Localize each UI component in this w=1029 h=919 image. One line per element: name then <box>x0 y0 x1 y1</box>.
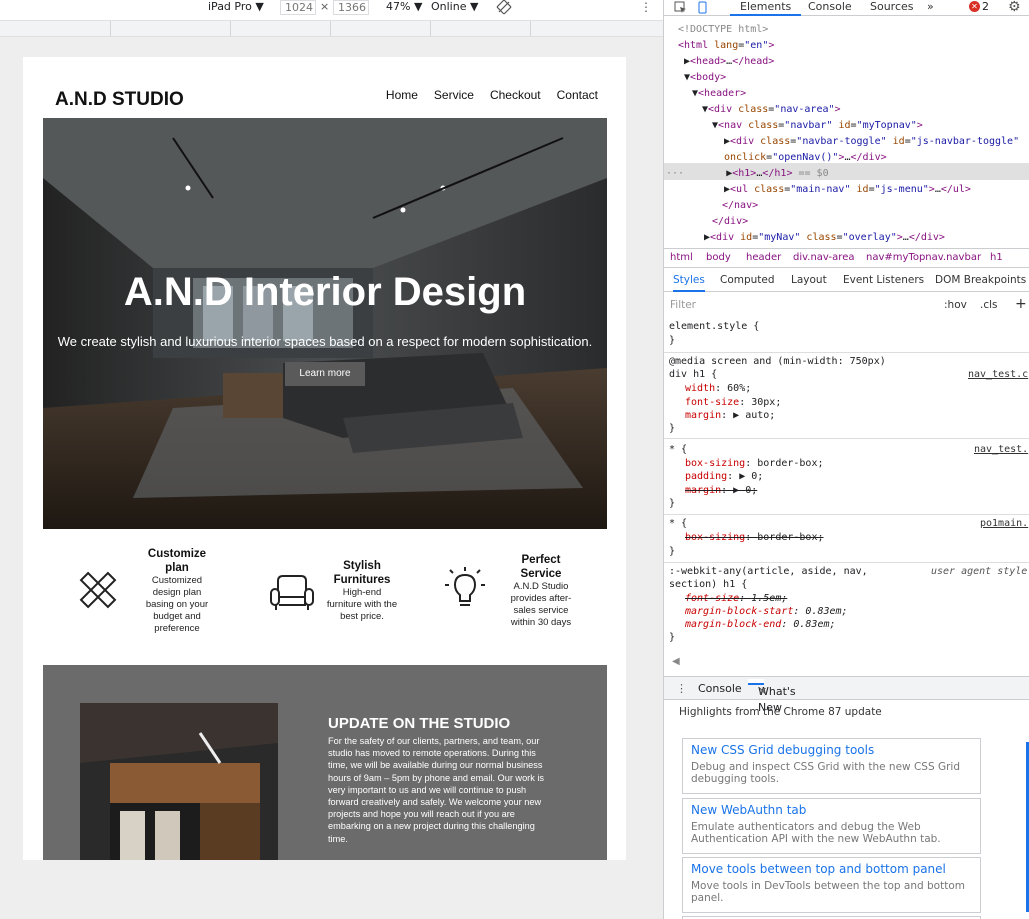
cls-toggle[interactable]: .cls <box>980 299 998 311</box>
ruler-pencil-icon <box>79 571 117 609</box>
whats-new-card[interactable]: Move tools between top and bottom panel … <box>682 857 981 913</box>
learn-more-button[interactable]: Learn more <box>285 362 365 386</box>
zoom-select[interactable]: 47% ▼ <box>386 0 422 14</box>
feature-title: Stylish Furnitures <box>333 560 391 586</box>
feature-furniture-text: Stylish Furnitures High-end furniture wi… <box>325 559 399 623</box>
new-rule-icon[interactable]: + <box>1015 296 1027 312</box>
card-desc: Emulate authenticators and debug the Web… <box>691 821 941 845</box>
emulated-page: A.N.D STUDIO Home Service Checkout Conta… <box>23 57 626 860</box>
armchair-icon <box>270 575 314 610</box>
drawer-tab-whats-new[interactable]: What's New ✕ <box>748 679 796 714</box>
hov-toggle[interactable]: :hov <box>944 299 967 311</box>
filter-input[interactable]: Filter <box>670 299 696 311</box>
tab-elements[interactable]: Elements <box>730 0 802 16</box>
hero-interior-image <box>43 118 607 529</box>
feature-service-icon-wrap <box>443 565 487 616</box>
drawer-menu-icon[interactable]: ⋮ <box>676 682 687 695</box>
device-toolbar: iPad Pro ▼ 1024 × 1366 47% ▼ Online ▼ ⋮ <box>0 0 663 37</box>
media-query-ruler <box>0 20 663 37</box>
crumb-navbar[interactable]: nav#myTopnav.navbar <box>866 252 981 263</box>
feature-desc: Customized design plan basing on your bu… <box>145 575 209 634</box>
site-nav: Home Service Checkout Contact <box>386 88 598 102</box>
devtools-tabbar: Elements Console Sources » ✕ 2 ⚙ <box>664 0 1029 16</box>
whats-new-heading: Highlights from the Chrome 87 update <box>679 706 882 718</box>
hero-title: A.N.D Interior Design <box>123 270 527 314</box>
update-section: UPDATE ON THE STUDIO For the safety of o… <box>43 665 607 860</box>
hero-section: A.N.D Interior Design We create stylish … <box>43 118 607 529</box>
nav-checkout[interactable]: Checkout <box>490 88 541 102</box>
card-title[interactable]: New WebAuthn tab <box>691 803 806 817</box>
hero-subtitle: We create stylish and luxurious interior… <box>57 334 593 349</box>
crumb-header[interactable]: header <box>746 252 781 263</box>
feature-desc: High-end furniture with the best price. <box>326 587 398 622</box>
lightbulb-icon <box>445 567 485 606</box>
tab-event-listeners[interactable]: Event Listeners <box>843 274 924 286</box>
nav-home[interactable]: Home <box>386 88 418 102</box>
rotate-icon[interactable] <box>496 0 512 15</box>
height-input[interactable]: 1366 <box>333 0 369 15</box>
settings-icon[interactable]: ⚙ <box>1008 0 1021 15</box>
device-select[interactable]: iPad Pro ▼ <box>208 0 264 14</box>
scroll-left-icon[interactable]: ◀ <box>672 656 680 667</box>
site-logo[interactable]: A.N.D STUDIO <box>55 89 184 111</box>
crumb-html[interactable]: html <box>670 252 693 263</box>
update-body: For the safety of our clients, partners,… <box>328 736 545 844</box>
tab-layout[interactable]: Layout <box>791 274 827 286</box>
card-desc: Move tools in DevTools between the top a… <box>691 880 965 904</box>
crumb-h1[interactable]: h1 <box>990 252 1003 263</box>
throttle-select[interactable]: Online ▼ <box>431 0 478 14</box>
feature-title: Perfect Service <box>520 554 562 580</box>
error-icon[interactable]: ✕ <box>969 1 980 12</box>
card-title[interactable]: Move tools between top and bottom panel <box>691 862 946 876</box>
breadcrumb: html body header div.nav-area nav#myTopn… <box>664 248 1029 268</box>
styles-filter-row: Filter :hov .cls + <box>664 296 1029 316</box>
whats-new-card[interactable]: New CSS Grid debugging tools Debug and i… <box>682 738 981 794</box>
more-options-icon[interactable]: ⋮ <box>640 0 652 14</box>
close-icon[interactable]: ✕ <box>758 684 767 700</box>
crumb-body[interactable]: body <box>706 252 731 263</box>
nav-contact[interactable]: Contact <box>557 88 598 102</box>
feature-customize-text: Customize plan Customized design plan ba… <box>139 547 215 635</box>
card-desc: Debug and inspect CSS Grid with the new … <box>691 761 960 785</box>
feature-customize <box>75 567 121 616</box>
tab-console[interactable]: Console <box>808 0 852 16</box>
studio-photo <box>80 703 278 860</box>
drawer-tabbar: ⋮ Console What's New ✕ <box>664 676 1029 714</box>
whats-new-card[interactable]: New WebAuthn tab Emulate authenticators … <box>682 798 981 854</box>
tab-computed[interactable]: Computed <box>720 274 775 286</box>
dimension-separator: × <box>320 0 330 13</box>
update-title: UPDATE ON THE STUDIO <box>328 715 511 732</box>
nav-service[interactable]: Service <box>434 88 474 102</box>
inspect-icon[interactable] <box>674 1 687 14</box>
feature-furniture-icon-wrap <box>268 573 316 616</box>
card-title[interactable]: New CSS Grid debugging tools <box>691 743 874 757</box>
styles-subtabs: Styles Computed Layout Event Listeners D… <box>664 270 1029 292</box>
crumb-nav-area[interactable]: div.nav-area <box>793 252 854 263</box>
more-tabs-icon[interactable]: » <box>927 0 934 16</box>
tab-styles[interactable]: Styles <box>673 274 705 292</box>
drawer-tab-console[interactable]: Console <box>698 682 742 695</box>
devtools-panel: Elements Console Sources » ✕ 2 ⚙ <!DOCTY… <box>663 0 1029 919</box>
width-input[interactable]: 1024 <box>280 0 316 15</box>
feature-title: Customize plan <box>147 548 207 574</box>
features-row: Customize plan Customized design plan ba… <box>43 545 607 645</box>
device-toggle-icon[interactable] <box>696 1 709 14</box>
error-count[interactable]: 2 <box>982 0 989 14</box>
feature-service-text: Perfect Service A.N.D Studio provides af… <box>503 553 579 629</box>
tab-dom-breakpoints[interactable]: DOM Breakpoints <box>935 274 1026 286</box>
feature-desc: A.N.D Studio provides after-sales servic… <box>510 581 572 628</box>
tab-sources[interactable]: Sources <box>870 0 914 16</box>
